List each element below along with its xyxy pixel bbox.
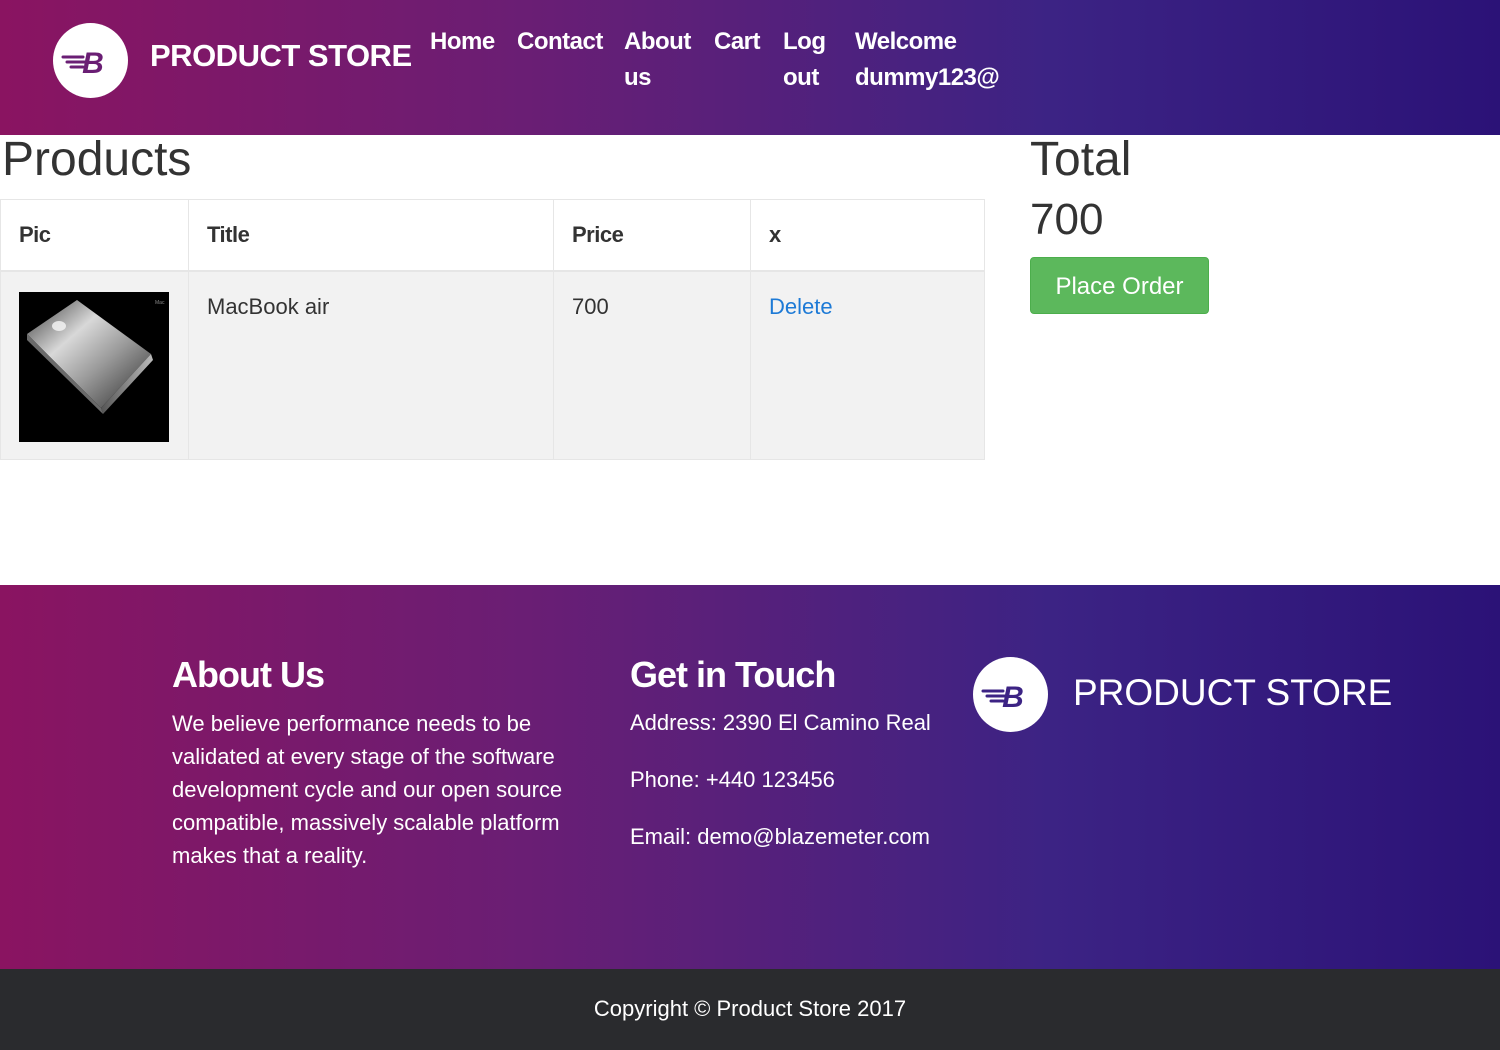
about-us-heading: About Us <box>172 654 325 695</box>
cart-table: Pic Title Price x Mac MacBook air 700 De… <box>0 199 985 460</box>
brand-logo-icon[interactable]: B <box>53 23 128 98</box>
get-in-touch-heading: Get in Touch <box>630 654 836 695</box>
cart-table-header-row: Pic Title Price x <box>0 199 985 272</box>
product-pic-cell: Mac <box>0 270 189 460</box>
footer-brand-name: PRODUCT STORE <box>1073 672 1393 713</box>
table-row: Mac MacBook air 700 Delete <box>0 270 985 460</box>
copyright-bar: Copyright © Product Store 2017 <box>0 969 1500 1050</box>
macbook-air-image: Mac <box>19 291 169 442</box>
products-heading: Products <box>2 133 192 186</box>
contact-phone: Phone: +440 123456 <box>630 767 835 792</box>
about-us-text: We believe performance needs to be valid… <box>172 711 563 868</box>
column-header-x: x <box>750 199 985 272</box>
nav-logout-link[interactable]: Log out <box>783 24 833 96</box>
svg-text:Mac: Mac <box>155 300 165 306</box>
top-navbar: B PRODUCT STORE Home Contact About us Ca… <box>0 0 1500 135</box>
copyright-text: Copyright © Product Store 2017 <box>593 996 907 1021</box>
delete-link[interactable]: Delete <box>769 294 833 319</box>
total-amount: 700 <box>1030 195 1104 244</box>
total-heading: Total <box>1030 133 1132 186</box>
contact-address: Address: 2390 El Camino Real <box>630 710 931 735</box>
nav-cart-link[interactable]: Cart <box>714 24 761 60</box>
nav-contact-link[interactable]: Contact <box>517 24 603 60</box>
contact-email: Email: demo@blazemeter.com <box>630 824 930 849</box>
product-title-cell: MacBook air <box>188 270 554 460</box>
product-price-cell: 700 <box>553 270 751 460</box>
brand-logo-letter: B <box>82 47 104 80</box>
footer-logo-letter: B <box>1002 681 1024 714</box>
column-header-pic: Pic <box>0 199 189 272</box>
nav-home-link[interactable]: Home <box>430 24 495 60</box>
column-header-title: Title <box>188 199 554 272</box>
nav-welcome-user[interactable]: Welcome dummy123@ <box>855 24 1035 96</box>
product-action-cell: Delete <box>750 270 985 460</box>
column-header-price: Price <box>553 199 751 272</box>
footer: About Us We believe performance needs to… <box>0 585 1500 969</box>
place-order-button[interactable]: Place Order <box>1030 257 1209 314</box>
footer-logo-icon: B <box>973 657 1048 732</box>
nav-about-link[interactable]: About us <box>624 24 704 96</box>
brand-name[interactable]: PRODUCT STORE <box>150 38 412 74</box>
